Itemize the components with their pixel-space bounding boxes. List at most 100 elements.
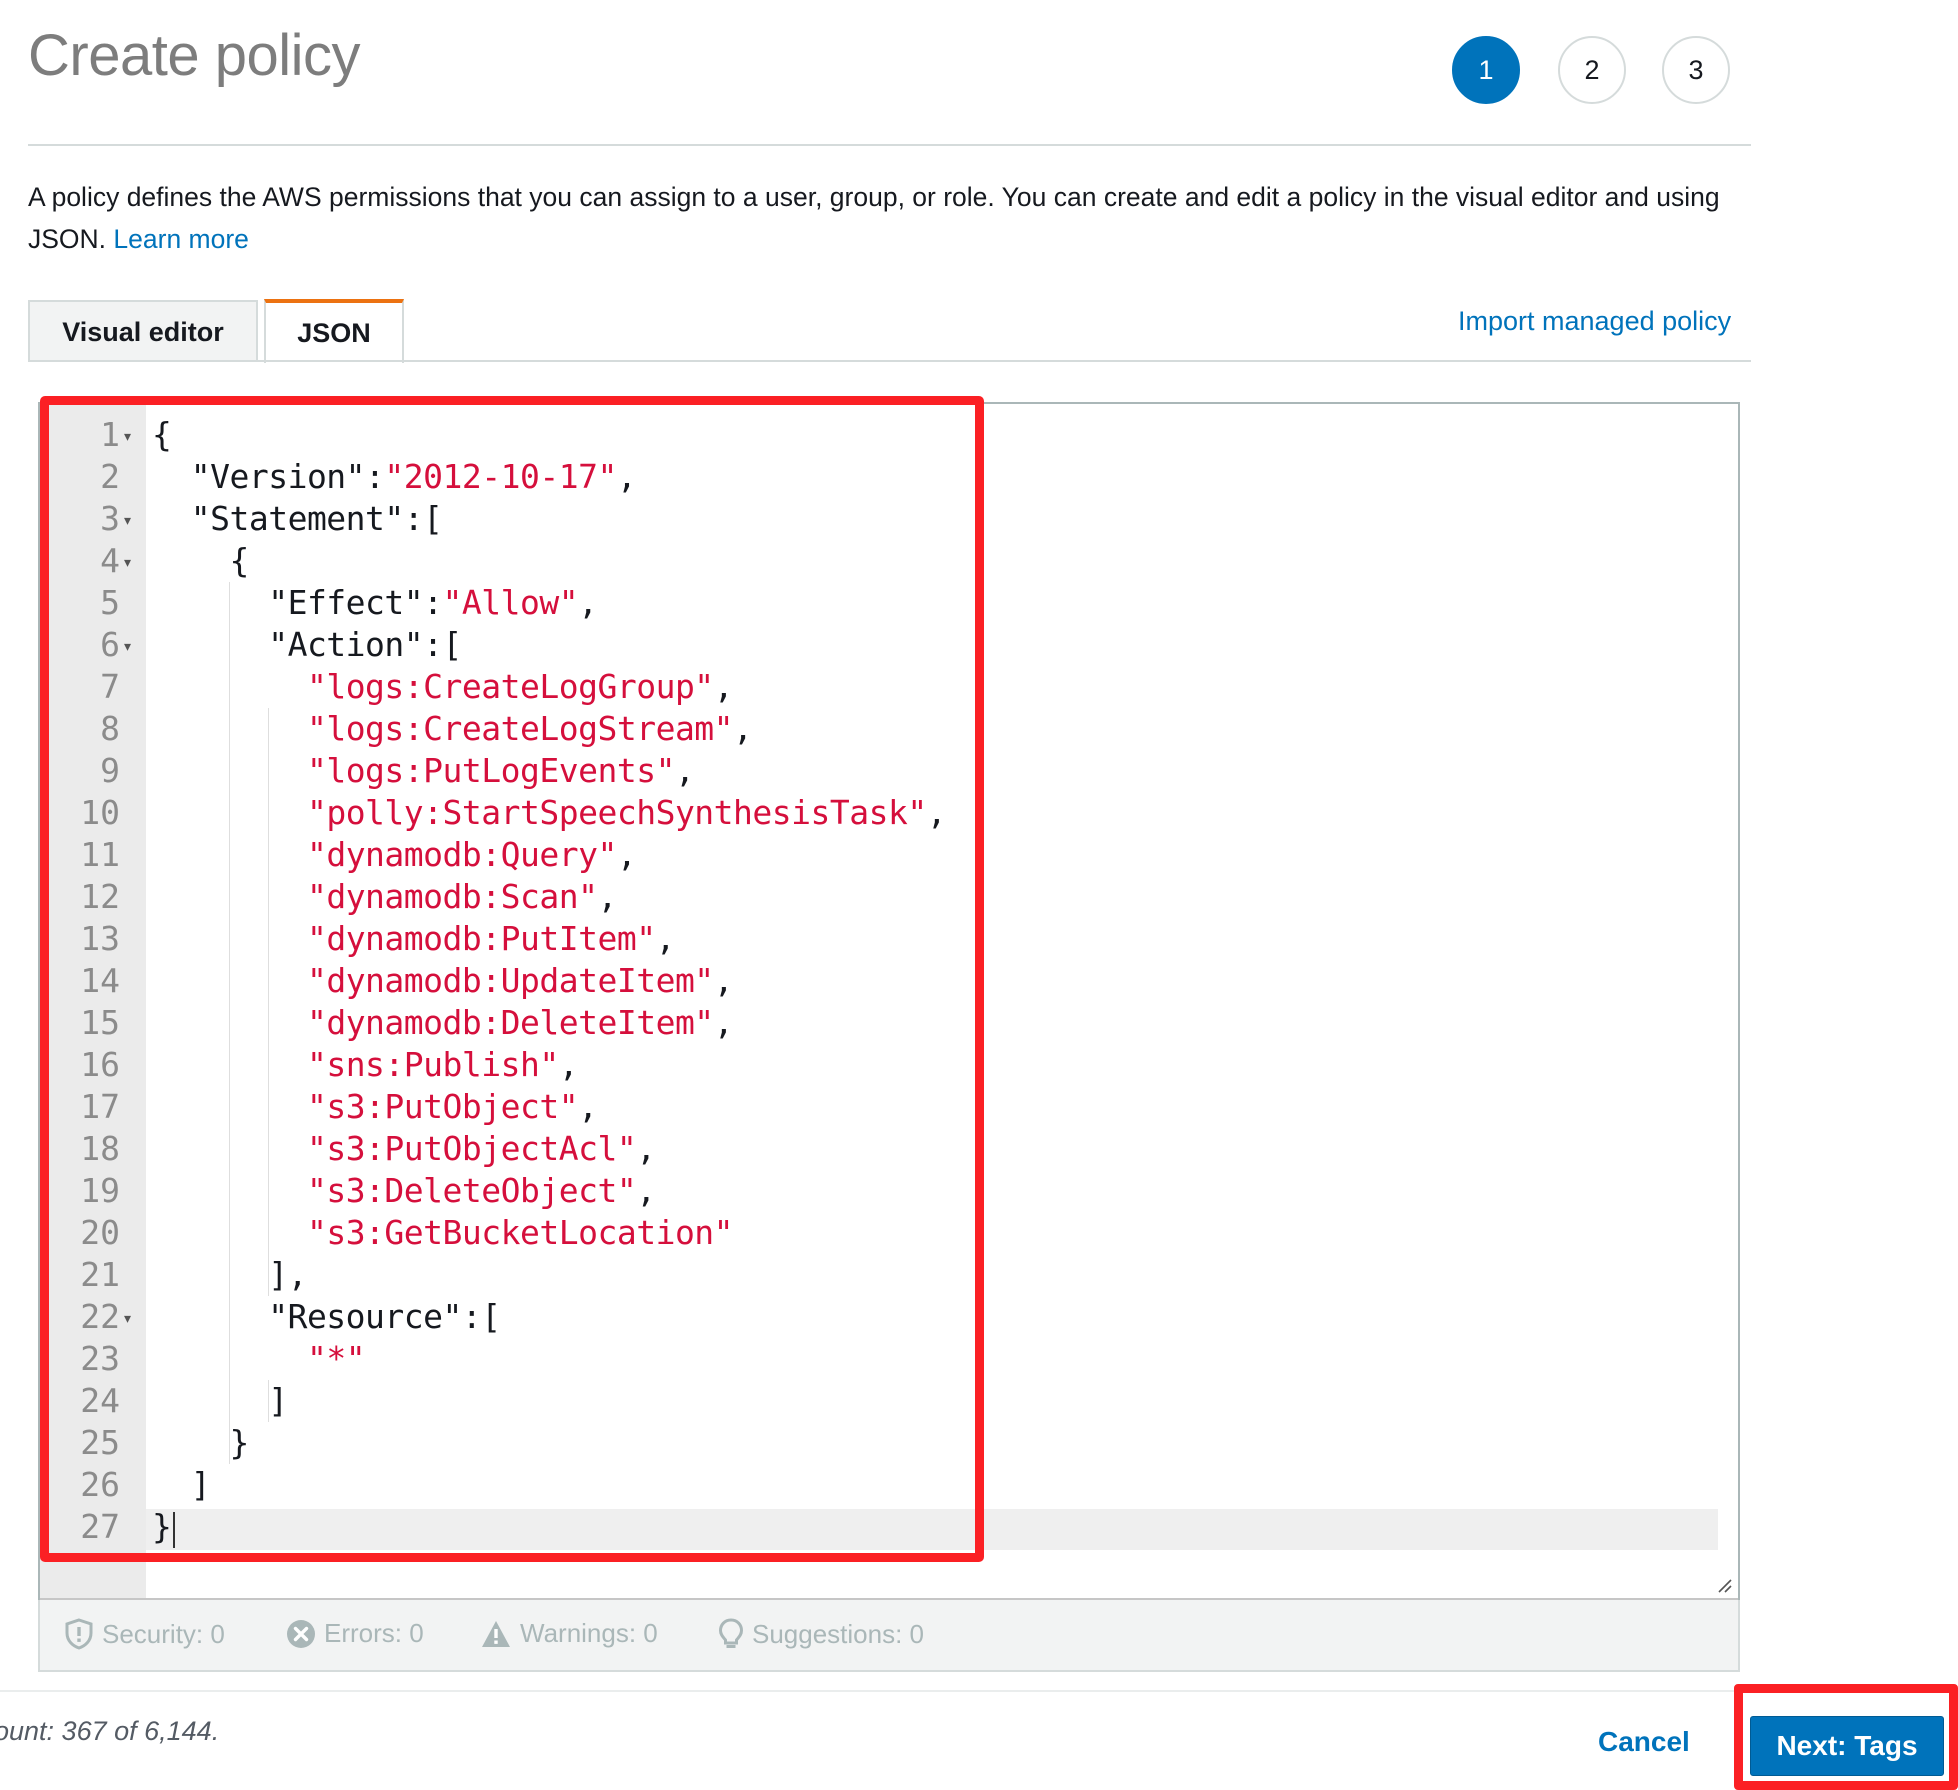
code-line[interactable]: "Resource":[: [152, 1296, 501, 1338]
json-string-token: "Allow": [442, 583, 579, 622]
line-number: 18: [80, 1129, 120, 1168]
json-punct-token: }: [152, 1507, 172, 1546]
code-line[interactable]: "s3:PutObject",: [152, 1086, 598, 1128]
status-security[interactable]: Security: 0: [64, 1618, 225, 1650]
indent-guide: [268, 1380, 269, 1422]
line-number: 6: [100, 625, 120, 664]
code-line[interactable]: "dynamodb:PutItem",: [152, 918, 676, 960]
step-3[interactable]: 3: [1662, 36, 1730, 104]
error-x-circle-icon: [286, 1619, 316, 1649]
code-line[interactable]: "dynamodb:UpdateItem",: [152, 960, 734, 1002]
json-string-token: "dynamodb:PutItem": [306, 919, 656, 958]
line-number: 8: [100, 709, 120, 748]
code-line[interactable]: }: [152, 1422, 249, 1464]
code-line[interactable]: "dynamodb:Scan",: [152, 876, 617, 918]
line-number: 13: [80, 919, 120, 958]
code-line[interactable]: "dynamodb:Query",: [152, 834, 637, 876]
line-number: 9: [100, 751, 120, 790]
step-2[interactable]: 2: [1558, 36, 1626, 104]
line-number: 1: [100, 415, 120, 454]
code-line[interactable]: {: [152, 414, 172, 456]
code-line[interactable]: "dynamodb:DeleteItem",: [152, 1002, 734, 1044]
warning-triangle-icon: [480, 1619, 512, 1649]
code-line[interactable]: "logs:CreateLogStream",: [152, 708, 753, 750]
text-cursor: [173, 1512, 175, 1548]
code-line[interactable]: "Version":"2012-10-17",: [152, 456, 637, 498]
json-string-token: "logs:CreateLogStream": [306, 709, 734, 748]
status-errors-label: Errors: 0: [324, 1618, 424, 1648]
json-punct-token: "Action":[: [152, 625, 462, 664]
code-line[interactable]: "polly:StartSpeechSynthesisTask",: [152, 792, 947, 834]
line-number: 20: [80, 1213, 120, 1252]
line-number: 21: [80, 1255, 120, 1294]
code-line[interactable]: ]: [152, 1464, 211, 1506]
fold-toggle-icon[interactable]: ▾: [124, 498, 131, 540]
json-string-token: "logs:CreateLogGroup": [306, 667, 714, 706]
line-number: 16: [80, 1045, 120, 1084]
line-number: 3: [100, 499, 120, 538]
status-errors[interactable]: Errors: 0: [286, 1618, 424, 1649]
code-line[interactable]: "Action":[: [152, 624, 462, 666]
line-number: 19: [80, 1171, 120, 1210]
line-number: 22: [80, 1297, 120, 1336]
json-string-token: "dynamodb:DeleteItem": [306, 1003, 714, 1042]
fold-toggle-icon[interactable]: ▾: [124, 624, 131, 666]
json-punct-token: "Resource":[: [152, 1297, 501, 1336]
cancel-button[interactable]: Cancel: [1598, 1726, 1690, 1758]
line-number: 4: [100, 541, 120, 580]
policy-description: A policy defines the AWS permissions tha…: [28, 176, 1758, 260]
json-punct-token: ,: [733, 709, 753, 748]
json-punct-token: ,: [713, 667, 734, 706]
active-line-highlight: [146, 1509, 1718, 1550]
json-string-token: "2012-10-17": [384, 457, 617, 496]
code-line[interactable]: {: [152, 540, 249, 582]
json-punct-token: "Effect":: [152, 583, 443, 622]
indent-guide: [268, 708, 269, 1296]
code-line[interactable]: "*": [152, 1338, 366, 1380]
json-punct-token: ]: [152, 1465, 211, 1504]
import-managed-policy-link[interactable]: Import managed policy: [1458, 306, 1731, 337]
line-number: 15: [80, 1003, 120, 1042]
tabs-divider: [28, 360, 1751, 362]
code-line[interactable]: "sns:Publish",: [152, 1044, 579, 1086]
code-line[interactable]: "Statement":[: [152, 498, 443, 540]
line-number: 27: [80, 1507, 120, 1546]
code-line[interactable]: "s3:GetBucketLocation": [152, 1212, 734, 1254]
code-line[interactable]: "logs:PutLogEvents",: [152, 750, 695, 792]
resize-handle-icon[interactable]: [1716, 1576, 1732, 1599]
line-number: 24: [80, 1381, 120, 1420]
json-punct-token: "Version":: [152, 457, 385, 496]
json-punct-token: "Statement":[: [152, 499, 443, 538]
json-punct-token: {: [152, 541, 249, 580]
json-punct-token: ,: [578, 583, 598, 622]
line-number: 5: [100, 583, 120, 622]
code-line[interactable]: }: [152, 1506, 172, 1548]
header-divider: [28, 144, 1751, 146]
code-line[interactable]: "Effect":"Allow",: [152, 582, 598, 624]
json-punct-token: ,: [713, 961, 734, 1000]
shield-icon: [64, 1618, 94, 1650]
page-title: Create policy: [28, 23, 360, 88]
json-string-token: "logs:PutLogEvents": [306, 751, 676, 790]
step-1[interactable]: 1: [1452, 36, 1520, 104]
fold-toggle-icon[interactable]: ▾: [124, 414, 131, 456]
json-string-token: "s3:DeleteObject": [306, 1171, 637, 1210]
line-number: 26: [80, 1465, 120, 1504]
code-line[interactable]: "s3:DeleteObject",: [152, 1170, 656, 1212]
fold-toggle-icon[interactable]: ▾: [124, 540, 131, 582]
next-tags-button[interactable]: Next: Tags: [1750, 1716, 1944, 1776]
fold-toggle-icon[interactable]: ▾: [124, 1296, 131, 1338]
tab-visual-editor[interactable]: Visual editor: [28, 300, 258, 362]
code-line[interactable]: "logs:CreateLogGroup",: [152, 666, 734, 708]
line-number: 7: [100, 667, 120, 706]
status-warnings[interactable]: Warnings: 0: [480, 1618, 658, 1649]
learn-more-link[interactable]: Learn more: [113, 224, 249, 254]
status-suggestions[interactable]: Suggestions: 0: [718, 1618, 924, 1650]
line-number: 23: [80, 1339, 120, 1378]
code-line[interactable]: "s3:PutObjectAcl",: [152, 1128, 656, 1170]
json-string-token: "sns:Publish": [306, 1045, 559, 1084]
json-string-token: "dynamodb:UpdateItem": [306, 961, 714, 1000]
tab-json[interactable]: JSON: [264, 299, 404, 363]
json-punct-token: ,: [558, 1045, 579, 1084]
description-text: A policy defines the AWS permissions tha…: [28, 182, 1720, 254]
